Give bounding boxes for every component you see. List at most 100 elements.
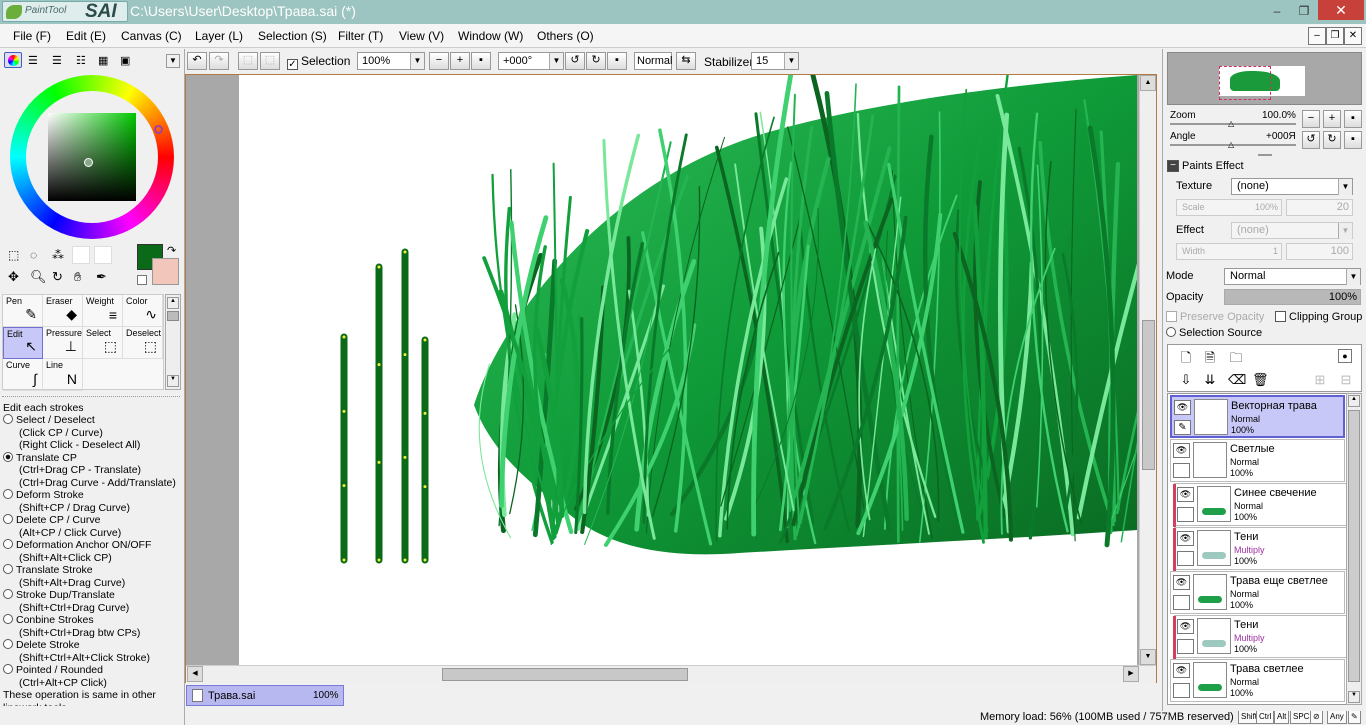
zoom-reset-button[interactable]: ▪ [471, 52, 491, 70]
eyedropper-icon[interactable]: ✒ [96, 269, 107, 285]
layer-row[interactable]: 👁︎ Светлые Normal 100% [1170, 439, 1345, 482]
vertical-scrollbar[interactable]: ▲ ▼ [1139, 75, 1156, 665]
selection-source-toggle[interactable]: Selection Source [1166, 327, 1262, 339]
canvas[interactable] [239, 75, 1137, 665]
tool-line[interactable]: Line N [43, 359, 83, 391]
move-icon[interactable]: ✥ [8, 269, 19, 285]
edit-mode-radio[interactable] [3, 514, 13, 524]
scale-number[interactable]: 20 [1286, 199, 1353, 216]
edit-mode-option[interactable]: Deformation Anchor ON/OFF [3, 539, 151, 552]
menu-window[interactable]: Window (W) [458, 29, 523, 43]
angle-slider-thumb[interactable]: △ [1228, 140, 1234, 149]
control-point[interactable] [423, 558, 427, 562]
tool-pen[interactable]: Pen ✎ [3, 295, 43, 327]
tool-palette-scrollbar[interactable]: ▲ ▼ [165, 294, 181, 390]
layer-row[interactable]: 👁︎ Тени Multiply 100% [1173, 527, 1349, 571]
edit-mode-radio[interactable] [3, 564, 13, 574]
layer-list-scrollbar[interactable]: ▲ ▼ [1346, 393, 1362, 705]
selection-toggle[interactable]: ✓ Selection [287, 54, 350, 70]
swatches-tab[interactable]: ▦ [98, 54, 108, 67]
edit-mode-radio[interactable] [3, 414, 13, 424]
tool-eraser[interactable]: Eraser ◆ [43, 295, 83, 327]
tool-weight[interactable]: Weight ≡ [83, 295, 123, 327]
edit-mode-option[interactable]: Stroke Dup/Translate [3, 589, 115, 602]
document-tab[interactable]: Трава.sai 100% [186, 685, 344, 706]
color-wheel[interactable] [10, 75, 174, 239]
swap-colors-icon[interactable]: ↷ [167, 244, 176, 257]
tool-deselect[interactable]: Deselect ⬚ [123, 327, 163, 359]
layer-mode-select[interactable]: Normal ▼ [1224, 268, 1361, 285]
eye-icon[interactable]: 👁︎ [1173, 575, 1190, 590]
menu-view[interactable]: View (V) [399, 29, 444, 43]
close-button[interactable]: ✕ [1318, 0, 1364, 20]
zoom-in-button[interactable]: + [450, 52, 470, 70]
menu-layer[interactable]: Layer (L) [195, 29, 243, 43]
tool-select[interactable]: Select ⬚ [83, 327, 123, 359]
edit-mode-option[interactable]: Pointed / Rounded [3, 664, 103, 677]
control-point[interactable] [403, 455, 407, 459]
collapse-icon[interactable]: − [1167, 160, 1179, 172]
horizontal-scroll-thumb[interactable] [442, 668, 688, 681]
control-point[interactable] [342, 558, 346, 562]
control-point[interactable] [423, 338, 427, 342]
zoom-out-button[interactable]: − [429, 52, 449, 70]
control-point[interactable] [403, 558, 407, 562]
control-point[interactable] [403, 353, 407, 357]
mdi-close-button[interactable]: ✕ [1344, 27, 1362, 45]
zoom-select[interactable]: 100% ▼ [357, 52, 425, 70]
pen-icon[interactable]: ✎ [1174, 420, 1191, 435]
maximize-button[interactable]: ❐ [1291, 2, 1317, 20]
edit-mode-radio[interactable] [3, 539, 13, 549]
flip-horizontal-button[interactable]: ⇆ [676, 52, 696, 70]
control-point[interactable] [423, 485, 427, 489]
hand-icon[interactable]: ✋︎ [74, 269, 81, 285]
edit-mode-option[interactable]: Translate CP [3, 451, 77, 465]
edit-mode-radio[interactable] [3, 664, 13, 674]
clipping-group-checkbox[interactable] [1275, 311, 1286, 322]
eye-icon[interactable]: 👁︎ [1177, 487, 1194, 502]
preserve-opacity-toggle[interactable]: Preserve Opacity [1166, 311, 1264, 323]
width-number[interactable]: 100 [1286, 243, 1353, 260]
scratchpad-tab[interactable]: ▣ [120, 54, 130, 67]
edit-mode-option[interactable]: Delete Stroke [3, 639, 80, 652]
hsv-slider-tab[interactable]: ☰ [52, 54, 62, 67]
edit-mode-radio[interactable] [3, 451, 13, 462]
rotate-left-button[interactable]: ↺ [565, 52, 585, 70]
control-point[interactable] [377, 363, 381, 367]
effect-select[interactable]: (none) ▼ [1231, 222, 1353, 239]
nav-zoom-reset-button[interactable]: ▪ [1344, 110, 1362, 128]
pen-icon[interactable] [1173, 683, 1190, 698]
mdi-minimize-button[interactable]: – [1308, 27, 1326, 45]
rect-select-icon[interactable]: ⬚ [8, 248, 19, 262]
blend-mode-select[interactable]: Normal [634, 52, 672, 70]
menu-canvas[interactable]: Canvas (C) [121, 29, 182, 43]
texture-select[interactable]: (none) ▼ [1231, 178, 1353, 195]
width-field[interactable]: Width 1 [1176, 243, 1282, 260]
sv-cursor[interactable] [84, 158, 93, 167]
layer-row[interactable]: 👁︎ Трава еще светлее Normal 100% [1170, 571, 1345, 614]
tool-curve[interactable]: Curve ∫ [3, 359, 43, 391]
selection-source-radio[interactable] [1166, 327, 1176, 337]
saturation-value-square[interactable] [48, 113, 136, 201]
new-layer-icon[interactable]: 🗋 [1178, 349, 1194, 366]
edit-mode-option[interactable]: Conbine Strokes [3, 614, 94, 627]
edit-mode-option[interactable]: Translate Stroke [3, 564, 93, 577]
scroll-up-arrow[interactable]: ▲ [1140, 75, 1156, 91]
tool-pressure[interactable]: Pressure ⊥ [43, 327, 83, 359]
pen-icon[interactable] [1177, 507, 1194, 522]
nav-rotate-reset-button[interactable]: ▪ [1344, 131, 1362, 149]
hue-cursor[interactable] [154, 125, 163, 134]
pen-icon[interactable] [1173, 595, 1190, 610]
eye-icon[interactable]: 👁︎ [1173, 443, 1190, 458]
nav-zoom-in-button[interactable]: + [1323, 110, 1341, 128]
layer-row[interactable]: 👁︎ Синее свечение Normal 100% [1173, 483, 1349, 527]
minimize-button[interactable]: ‒ [1264, 2, 1290, 20]
rotate-right-button[interactable]: ↻ [586, 52, 606, 70]
canvas-viewport[interactable] [185, 74, 1157, 683]
edit-mode-radio[interactable] [3, 614, 13, 624]
rotate-icon[interactable]: ↻ [52, 269, 63, 285]
zoom-icon[interactable]: 🔍︎ [30, 269, 47, 285]
new-folder-icon[interactable]: 🗀 [1228, 349, 1244, 366]
edit-mode-radio[interactable] [3, 589, 13, 599]
new-linework-layer-icon[interactable]: 🗎 [1202, 349, 1218, 366]
